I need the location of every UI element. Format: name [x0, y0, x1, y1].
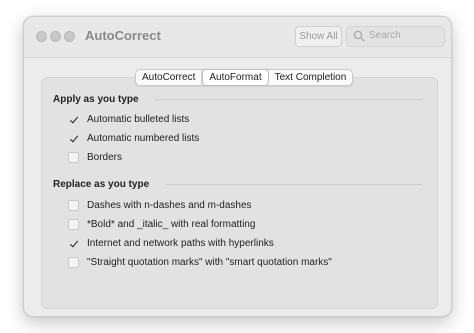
search-field[interactable]: Search	[346, 26, 445, 47]
close-window-button[interactable]	[36, 31, 47, 42]
option-label: Automatic bulleted lists	[87, 113, 190, 125]
option-label: Borders	[87, 151, 123, 163]
option-label: Internet and network paths with hyperlin…	[87, 237, 274, 249]
checkbox-dashes[interactable]	[68, 199, 79, 211]
checkbox-automatic-numbered-lists[interactable]	[68, 133, 79, 144]
tab-autocorrect[interactable]: AutoCorrect	[136, 70, 203, 85]
option-automatic-numbered-lists[interactable]: Automatic numbered lists	[68, 131, 199, 145]
preferences-tab-bar: AutoCorrect AutoFormat Text Completion	[135, 69, 354, 86]
title-bar: AutoCorrect Show All Search	[24, 17, 451, 58]
search-icon	[353, 30, 365, 42]
zoom-window-button[interactable]	[64, 31, 75, 42]
autocorrect-preferences-window: AutoCorrect Show All Search AutoCorrect …	[23, 16, 452, 317]
section-divider	[155, 99, 422, 100]
tab-autoformat[interactable]: AutoFormat	[202, 69, 269, 86]
option-hyperlinks[interactable]: Internet and network paths with hyperlin…	[68, 236, 274, 250]
apply-as-you-type-heading: Apply as you type	[53, 94, 139, 105]
section-divider	[165, 184, 422, 185]
window-title: AutoCorrect	[85, 28, 161, 43]
option-label: Dashes with n-dashes and m-dashes	[87, 199, 252, 211]
option-label: "Straight quotation marks" with "smart q…	[87, 256, 332, 268]
checkbox-hyperlinks[interactable]	[68, 238, 79, 249]
option-smart-quotes[interactable]: "Straight quotation marks" with "smart q…	[68, 255, 332, 269]
tab-text-completion[interactable]: Text Completion	[269, 70, 353, 85]
minimize-window-button[interactable]	[50, 31, 61, 42]
option-label: Automatic numbered lists	[87, 132, 200, 144]
option-borders[interactable]: Borders	[68, 150, 122, 164]
option-automatic-bulleted-lists[interactable]: Automatic bulleted lists	[68, 112, 189, 126]
option-bold-italic[interactable]: *Bold* and _italic_ with real formatting	[68, 217, 255, 231]
search-placeholder: Search	[369, 30, 401, 41]
replace-as-you-type-heading: Replace as you type	[53, 179, 150, 190]
show-all-button[interactable]: Show All	[295, 26, 342, 47]
checkbox-bold-italic[interactable]	[68, 218, 79, 230]
option-dashes[interactable]: Dashes with n-dashes and m-dashes	[68, 198, 252, 212]
checkbox-automatic-bulleted-lists[interactable]	[68, 114, 79, 125]
checkbox-smart-quotes[interactable]	[68, 256, 79, 268]
option-label: *Bold* and _italic_ with real formatting	[87, 218, 256, 230]
checkbox-borders[interactable]	[68, 151, 79, 163]
